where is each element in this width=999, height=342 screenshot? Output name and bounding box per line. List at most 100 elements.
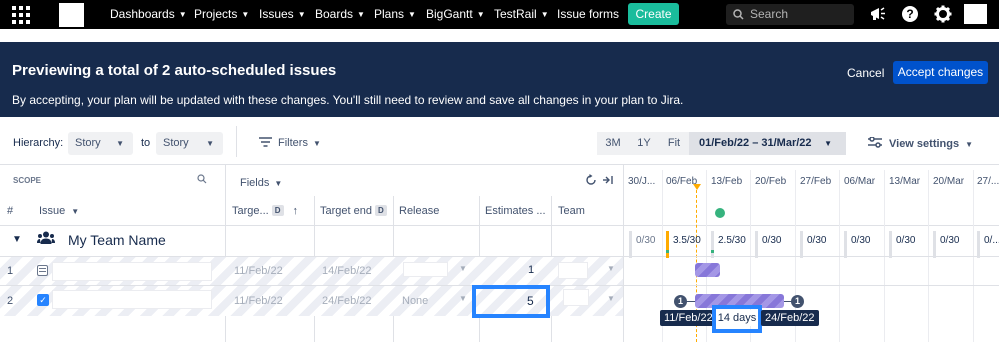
sort-arrow-up-icon: ↑ (292, 205, 299, 217)
capacity-indicator (666, 250, 669, 253)
collapse-chevron-icon[interactable]: ▼ (12, 234, 22, 245)
cancel-button[interactable]: Cancel (847, 66, 884, 80)
capacity-cell: 0/30 (800, 231, 826, 258)
header-bottom-divider (0, 225, 999, 226)
team-select[interactable] (558, 262, 588, 279)
today-marker-icon (693, 184, 701, 190)
accept-changes-button[interactable]: Accept changes (893, 61, 988, 84)
settings-sliders-icon (868, 136, 882, 148)
target-end-value[interactable]: 14/Feb/22 (322, 265, 372, 277)
search-icon[interactable] (197, 174, 207, 184)
zoom-3m-button[interactable]: 3M (597, 132, 629, 155)
estimate-value[interactable]: 1 (528, 264, 534, 276)
nav-boards[interactable]: Boards ▼ (315, 0, 365, 29)
capacity-cell: 2.5/30 (711, 231, 746, 258)
capacity-cell: 0/30 (933, 231, 959, 258)
chevron-down-icon: ▼ (206, 139, 214, 148)
col-target-start[interactable]: Targe... D ↑ (232, 205, 298, 217)
release-value[interactable]: None (402, 295, 428, 307)
chevron-down-icon[interactable]: ▼ (459, 294, 467, 303)
target-end-value[interactable]: 24/Feb/22 (322, 295, 372, 307)
team-select[interactable] (563, 289, 589, 306)
date-chip: D (271, 205, 284, 216)
chevron-down-icon[interactable]: ▼ (459, 264, 467, 273)
nav-testrail[interactable]: TestRail ▼ (494, 0, 549, 29)
col-issue-label: Issue (39, 205, 66, 217)
app-switcher-icon[interactable] (12, 6, 30, 24)
nav-issues[interactable]: Issues ▼ (259, 0, 306, 29)
zoom-fit-button[interactable]: Fit (659, 132, 689, 155)
scope-label: SCOPE (13, 176, 42, 185)
issue-summary-field[interactable] (52, 262, 212, 281)
chevron-down-icon[interactable]: ▼ (607, 294, 615, 303)
chevron-down-icon[interactable]: ▼ (607, 264, 615, 273)
chevron-down-icon: ▼ (540, 10, 549, 19)
hierarchy-from-value: Story (75, 137, 101, 149)
sync-collapse-icon[interactable] (585, 174, 615, 186)
col-target-end[interactable]: Target end D (320, 205, 387, 217)
col-target-end-label: Target end (320, 205, 372, 217)
nav-label: Dashboards (110, 7, 175, 21)
help-icon[interactable]: ? (902, 6, 918, 22)
hierarchy-label: Hierarchy: (13, 137, 64, 149)
nav-biggantt[interactable]: BigGantt ▼ (426, 0, 485, 29)
chevron-down-icon: ▼ (241, 10, 250, 19)
chevron-down-icon: ▼ (357, 10, 365, 19)
story-icon (37, 265, 48, 276)
gear-icon[interactable] (934, 5, 952, 23)
chevron-down-icon: ▼ (178, 10, 187, 19)
chevron-down-icon: ▼ (408, 10, 416, 19)
target-start-value[interactable]: 11/Feb/22 (234, 295, 283, 307)
capacity-indicator (711, 250, 714, 253)
preview-banner: Previewing a total of 2 auto-scheduled i… (0, 42, 999, 117)
timeline-date: 20/Mar (933, 176, 965, 187)
chevron-down-icon: ▼ (71, 207, 80, 216)
end-dependency-badge[interactable]: 1 (791, 295, 804, 308)
nav-label: TestRail (494, 7, 537, 21)
zoom-1y-button[interactable]: 1Y (629, 132, 659, 155)
filters-button[interactable]: Filters ▼ (259, 137, 321, 149)
hierarchy-to-select[interactable]: Story ▼ (156, 132, 223, 155)
issue-bar[interactable] (695, 263, 720, 277)
estimate-value[interactable]: 5 (527, 294, 534, 308)
chevron-down-icon: ▼ (297, 10, 306, 19)
nav-plans[interactable]: Plans ▼ (374, 0, 416, 29)
target-start-value[interactable]: 11/Feb/22 (234, 265, 283, 277)
logo[interactable] (59, 3, 84, 27)
col-hash: # (7, 205, 14, 217)
start-dependency-badge[interactable]: 1 (674, 295, 687, 308)
nav-dashboards[interactable]: Dashboards ▼ (110, 0, 187, 29)
release-select[interactable] (403, 262, 448, 277)
col-target-start-label: Targe... (232, 205, 269, 217)
release-marker-icon[interactable] (715, 208, 725, 218)
filters-label: Filters (278, 137, 308, 149)
nav-label: Boards (315, 7, 354, 21)
capacity-cell: 3.5/30 (666, 231, 701, 258)
avatar[interactable] (964, 4, 987, 24)
date-range-select[interactable]: 01/Feb/22 – 31/Mar/22 ▼ (689, 132, 846, 155)
task-checkbox-icon: ✓ (37, 294, 49, 306)
nav-label: Issues (259, 7, 294, 21)
capacity-cell: 0/30 (889, 231, 915, 258)
estimate-highlight (472, 285, 550, 318)
create-button[interactable]: Create (628, 3, 679, 25)
notifications-megaphone-icon[interactable] (869, 6, 887, 22)
nav-label: Issue forms (557, 7, 620, 21)
col-issue[interactable]: Issue ▼ (39, 205, 79, 217)
team-people-icon (37, 231, 55, 244)
col-estimates[interactable]: Estimates ... (485, 205, 546, 217)
hierarchy-to-label: to (141, 137, 151, 149)
search-input[interactable]: Search (726, 4, 854, 25)
nav-projects[interactable]: Projects ▼ (194, 0, 249, 29)
view-settings-button[interactable]: View settings ▼ (868, 136, 973, 150)
col-release[interactable]: Release (399, 205, 439, 217)
col-team[interactable]: Team (558, 205, 585, 217)
capacity-cell: 0/30 (629, 231, 655, 258)
hierarchy-from-select[interactable]: Story ▼ (68, 132, 133, 155)
issue-summary-field[interactable] (52, 290, 212, 309)
nav-issue-forms[interactable]: Issue forms (557, 0, 619, 29)
fields-button[interactable]: Fields ▼ (240, 177, 282, 189)
search-icon (733, 9, 744, 20)
toolbar-divider (236, 126, 237, 157)
row-number: 2 (7, 295, 14, 307)
